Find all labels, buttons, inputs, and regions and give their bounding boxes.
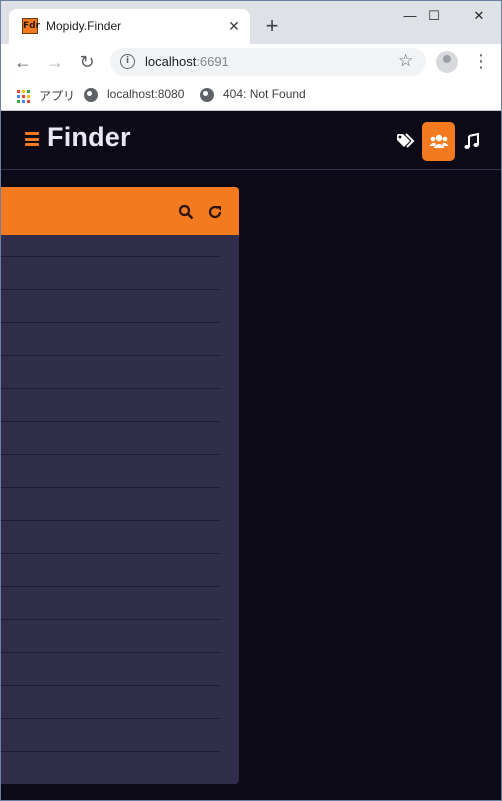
tab-title: Mopidy.Finder <box>46 19 122 33</box>
list-item[interactable] <box>1 235 220 257</box>
list-item[interactable] <box>1 488 220 521</box>
app-header: Finder <box>1 112 501 170</box>
finder-app: Finder <box>1 112 501 800</box>
address-host: localhost <box>145 54 197 69</box>
app-title: Finder <box>47 122 131 152</box>
new-tab-button[interactable]: + <box>260 14 284 38</box>
bookmark-apps[interactable]: アプリ <box>17 87 75 104</box>
list-panel <box>1 187 239 784</box>
address-text: localhost:6691 <box>145 54 229 69</box>
panel-header <box>1 187 239 235</box>
list-item[interactable] <box>1 356 220 389</box>
list-item[interactable] <box>1 554 220 587</box>
info-icon[interactable]: i <box>120 54 135 69</box>
list-item[interactable] <box>1 521 220 554</box>
tags-icon[interactable] <box>389 122 422 161</box>
list-rows <box>1 235 220 752</box>
browser-window: Fdr Mopidy.Finder ✕ + — ☐ ✕ ← → ↻ i loca… <box>0 0 502 801</box>
list-item[interactable] <box>1 620 220 653</box>
list-item[interactable] <box>1 653 220 686</box>
list-item[interactable] <box>1 323 220 356</box>
globe-icon <box>84 87 98 102</box>
bookmark-label: アプリ <box>39 89 76 103</box>
list-item[interactable] <box>1 719 220 752</box>
profile-avatar-icon[interactable] <box>436 51 458 73</box>
refresh-icon[interactable] <box>207 204 223 220</box>
bookmarks-bar: アプリ localhost:8080 404: Not Found <box>1 80 501 111</box>
globe-icon <box>200 87 214 102</box>
search-icon[interactable] <box>178 204 194 220</box>
address-port: :6691 <box>196 54 229 69</box>
list-item[interactable] <box>1 686 220 719</box>
reload-button[interactable]: ↻ <box>75 50 99 74</box>
list-item[interactable] <box>1 455 220 488</box>
browser-toolbar: ← → ↻ i localhost:6691 ☆ ⋮ <box>1 44 501 80</box>
bookmark-localhost-8080[interactable]: localhost:8080 <box>84 87 184 102</box>
tab-strip: Fdr Mopidy.Finder ✕ + — ☐ ✕ <box>1 1 501 44</box>
list-item[interactable] <box>1 257 220 290</box>
close-window-button[interactable]: ✕ <box>456 5 501 27</box>
bookmark-404[interactable]: 404: Not Found <box>200 87 306 102</box>
list-item[interactable] <box>1 290 220 323</box>
apps-grid-icon <box>17 90 30 104</box>
maximize-button[interactable]: ☐ <box>411 5 457 27</box>
favicon-icon: Fdr <box>22 18 40 34</box>
bookmark-star-icon[interactable]: ☆ <box>398 51 413 71</box>
bookmark-label: 404: Not Found <box>223 87 306 101</box>
forward-button[interactable]: → <box>43 50 67 74</box>
hamburger-menu-icon[interactable] <box>25 132 39 146</box>
list-item[interactable] <box>1 587 220 620</box>
back-button[interactable]: ← <box>11 50 35 74</box>
list-item[interactable] <box>1 389 220 422</box>
users-icon[interactable] <box>422 122 455 161</box>
list-item[interactable] <box>1 422 220 455</box>
bookmark-label: localhost:8080 <box>107 87 185 101</box>
browser-menu-icon[interactable]: ⋮ <box>472 51 490 71</box>
tab-close-icon[interactable]: ✕ <box>225 17 243 35</box>
address-bar[interactable]: i localhost:6691 ☆ <box>110 48 426 76</box>
browser-tab[interactable]: Fdr Mopidy.Finder ✕ <box>9 9 250 44</box>
music-icon[interactable] <box>455 122 488 161</box>
